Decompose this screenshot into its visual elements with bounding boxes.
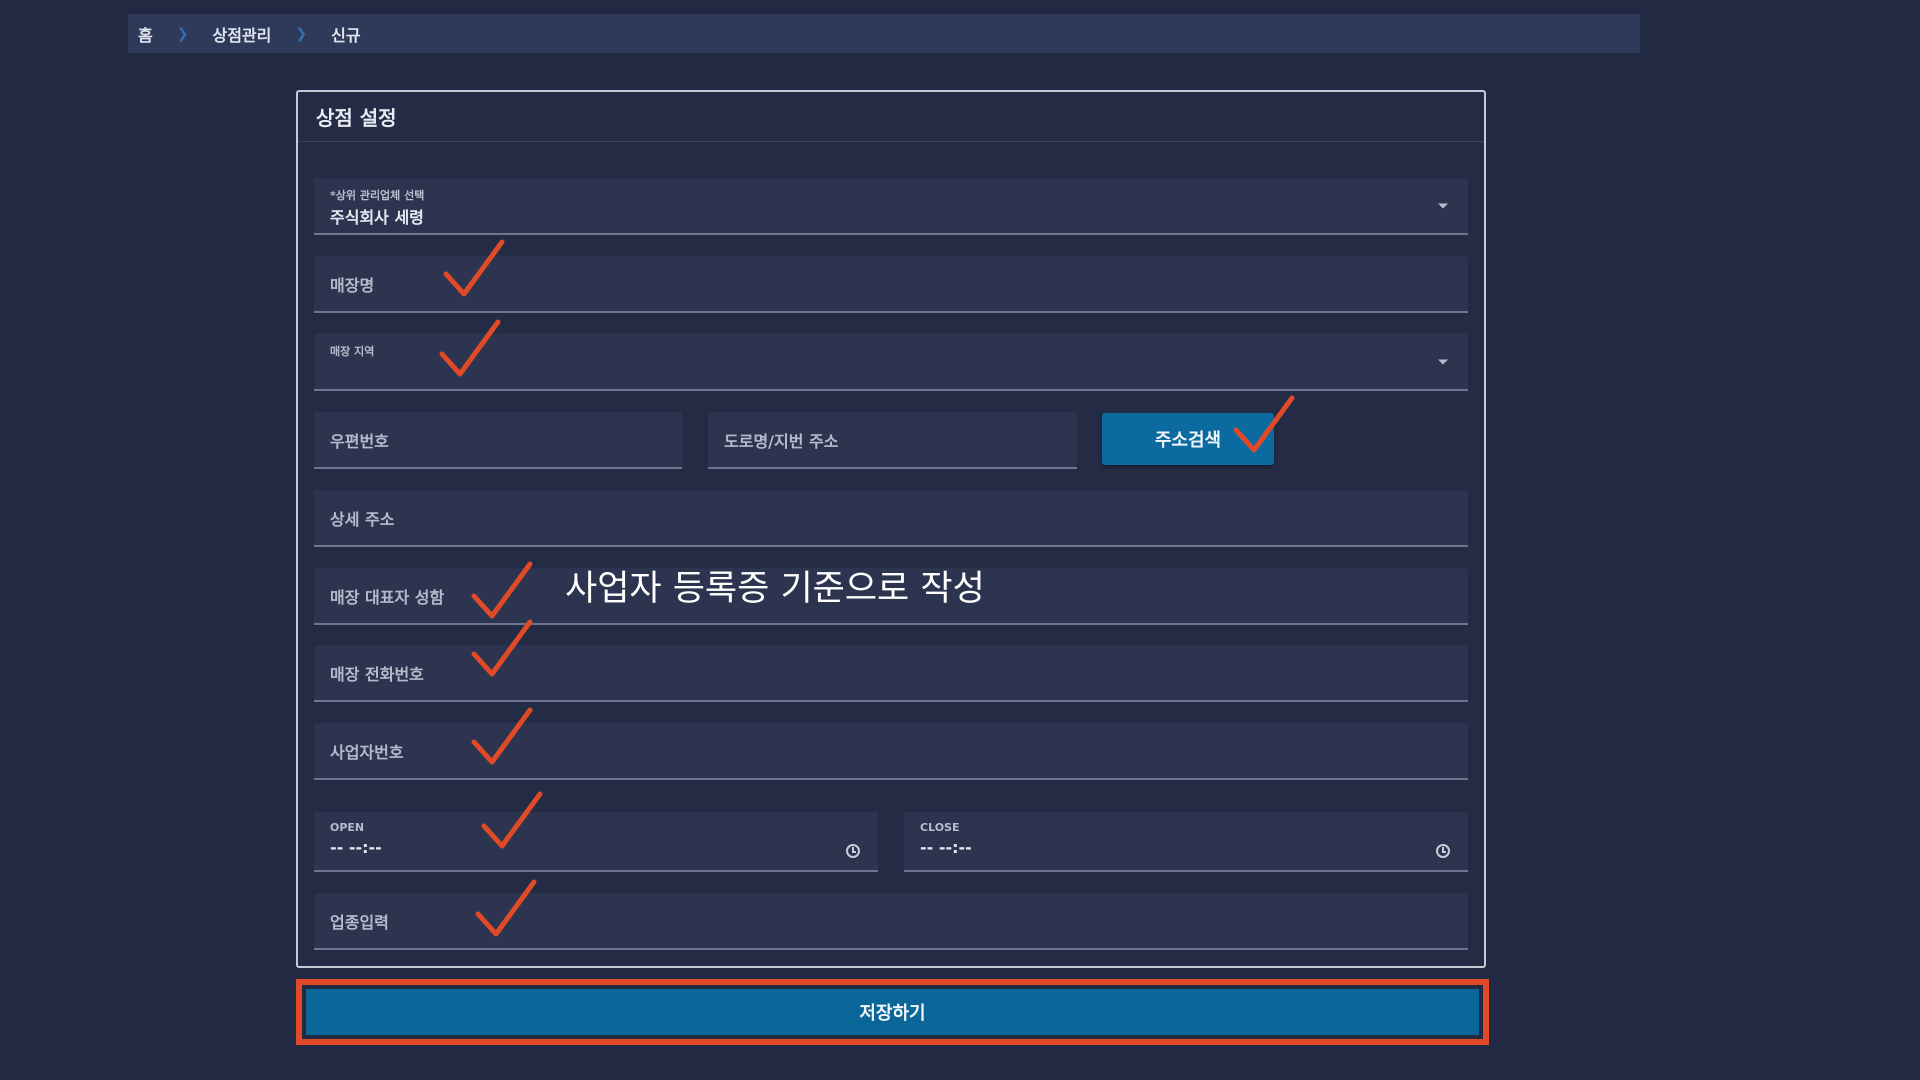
store-phone-label: 매장 전화번호 bbox=[330, 664, 424, 684]
store-name-field[interactable]: 매장명 bbox=[314, 256, 1468, 313]
parent-company-select[interactable]: *상위 관리업체 선택 주식회사 세령 bbox=[314, 178, 1468, 235]
open-time-label: OPEN bbox=[330, 821, 365, 834]
clock-icon[interactable] bbox=[1436, 844, 1450, 858]
address-search-button[interactable]: 주소검색 bbox=[1102, 413, 1274, 465]
business-number-field[interactable]: 사업자번호 bbox=[314, 723, 1468, 780]
store-region-label: 매장 지역 bbox=[330, 345, 375, 358]
postal-code-label: 우편번호 bbox=[330, 431, 389, 451]
road-address-field[interactable]: 도로명/지번 주소 bbox=[708, 412, 1077, 469]
business-type-label: 업종입력 bbox=[330, 912, 389, 932]
close-time-field[interactable]: CLOSE -- --:-- bbox=[904, 812, 1468, 872]
store-name-label: 매장명 bbox=[330, 275, 375, 295]
dropdown-arrow-icon bbox=[1438, 359, 1448, 364]
chevron-right-icon: ❯ bbox=[176, 25, 189, 42]
card-title: 상점 설정 bbox=[298, 92, 1484, 142]
detail-address-field[interactable]: 상세 주소 bbox=[314, 490, 1468, 547]
business-number-label: 사업자번호 bbox=[330, 742, 404, 762]
store-settings-card: 상점 설정 *상위 관리업체 선택 주식회사 세령 매장명 매장 지역 우편번호… bbox=[296, 90, 1486, 968]
close-time-label: CLOSE bbox=[920, 821, 960, 834]
parent-company-value: 주식회사 세령 bbox=[330, 208, 424, 227]
open-time-field[interactable]: OPEN -- --:-- bbox=[314, 812, 878, 872]
business-type-field[interactable]: 업종입력 bbox=[314, 893, 1468, 950]
clock-icon[interactable] bbox=[846, 844, 860, 858]
open-time-value: -- --:-- bbox=[330, 838, 382, 857]
breadcrumb-home[interactable]: 홈 bbox=[138, 22, 153, 46]
postal-code-field[interactable]: 우편번호 bbox=[314, 412, 682, 469]
detail-address-label: 상세 주소 bbox=[330, 509, 395, 529]
chevron-right-icon: ❯ bbox=[295, 25, 308, 42]
breadcrumb: 홈 ❯ 상점관리 ❯ 신규 bbox=[128, 14, 1640, 53]
save-button[interactable]: 저장하기 bbox=[306, 989, 1479, 1035]
breadcrumb-current: 신규 bbox=[331, 25, 361, 45]
road-address-label: 도로명/지번 주소 bbox=[724, 431, 839, 451]
close-time-value: -- --:-- bbox=[920, 838, 972, 857]
parent-company-label: *상위 관리업체 선택 bbox=[330, 189, 425, 202]
breadcrumb-store-management[interactable]: 상점관리 bbox=[212, 22, 271, 46]
store-phone-field[interactable]: 매장 전화번호 bbox=[314, 645, 1468, 702]
representative-name-label: 매장 대표자 성함 bbox=[330, 587, 445, 607]
store-region-select[interactable]: 매장 지역 bbox=[314, 334, 1468, 391]
annotation-text: 사업자 등록증 기준으로 작성 bbox=[565, 569, 985, 609]
dropdown-arrow-icon bbox=[1438, 203, 1448, 208]
